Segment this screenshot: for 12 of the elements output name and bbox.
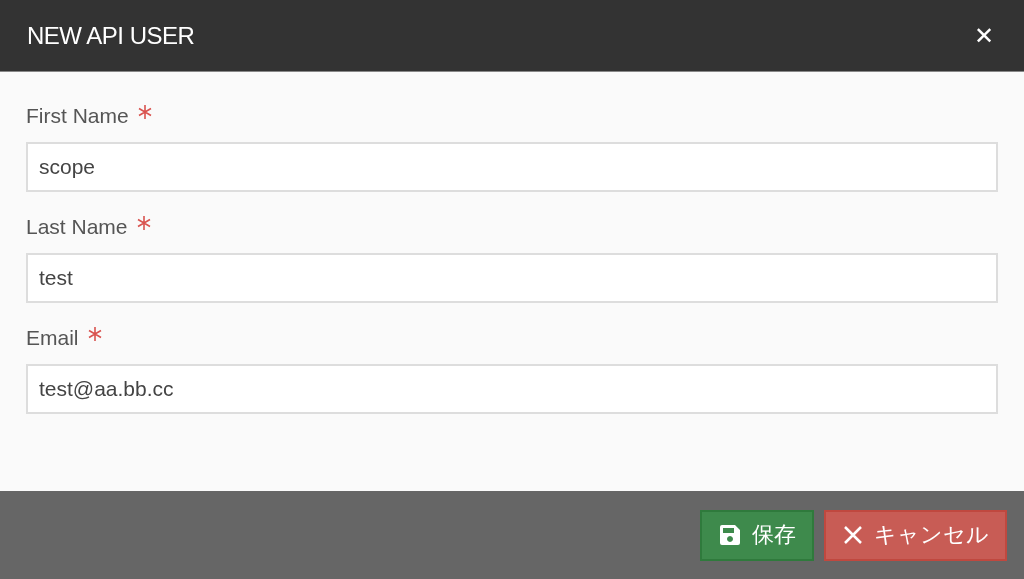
- field-label: Last Name: [26, 215, 128, 239]
- close-button[interactable]: ✕: [974, 21, 994, 50]
- text-field[interactable]: test@aa.bb.cc: [26, 364, 998, 414]
- cancel-button[interactable]: キャンセル: [824, 509, 1007, 561]
- field-label: First Name: [26, 104, 129, 128]
- dialog-title: NEW API USER: [27, 21, 195, 50]
- text-field[interactable]: scope: [26, 142, 998, 192]
- field-label: Email: [26, 326, 79, 350]
- save-icon: [718, 523, 742, 547]
- close-icon: [842, 524, 864, 546]
- save-button[interactable]: 保存: [700, 509, 814, 561]
- text-field[interactable]: test: [26, 253, 998, 303]
